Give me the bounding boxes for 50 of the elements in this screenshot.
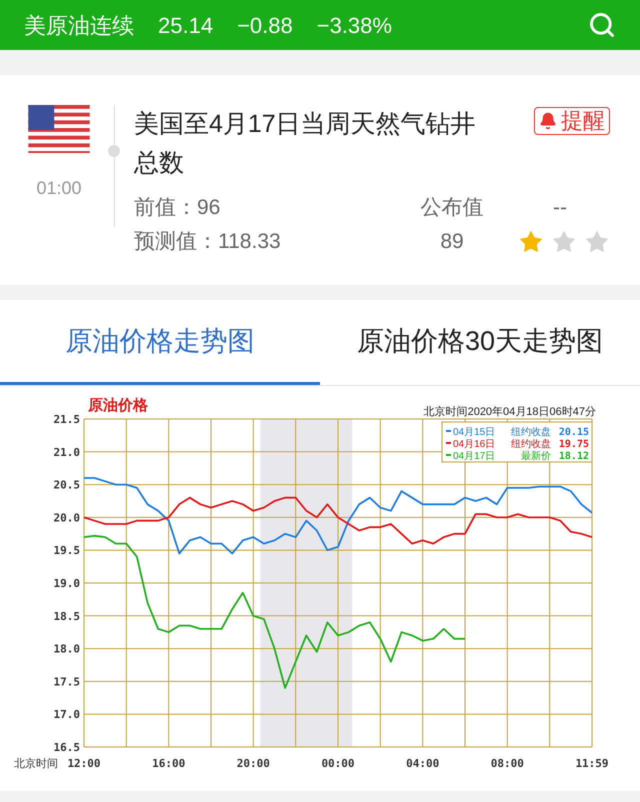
y-tick-label: 17.0 [54, 708, 80, 722]
y-tick-label: 19.0 [54, 577, 80, 590]
legend-date: 04月17日 [453, 451, 496, 462]
y-tick-label: 16.5 [54, 741, 80, 754]
x-tick-label: 12:00 [67, 757, 101, 770]
previous-value: 前值：96 [134, 195, 222, 221]
ticker-price: 25.14 [158, 12, 214, 40]
star-icon [584, 229, 610, 255]
search-icon [588, 11, 616, 39]
legend-date: 04月16日 [453, 439, 496, 450]
y-tick-label: 20.5 [54, 478, 80, 492]
legend-value: 18.12 [558, 451, 589, 462]
event-title: 美国至4月17日当周天然气钻井总数 [134, 109, 477, 179]
x-tick-label: 00:00 [321, 757, 355, 770]
x-axis-label: 北京时间 [14, 758, 58, 770]
y-tick-label: 21.0 [54, 446, 80, 459]
search-button[interactable] [588, 11, 616, 39]
legend-label: 纽约收盘 [511, 427, 551, 438]
legend-date: 04月15日 [453, 427, 496, 438]
y-tick-label: 20.0 [54, 511, 80, 524]
flag-icon [27, 105, 91, 153]
x-tick-label: 08:00 [490, 757, 524, 770]
bell-icon [539, 112, 557, 130]
legend-value: 20.15 [558, 427, 589, 438]
chart-title: 原油价格 [88, 397, 148, 414]
x-tick-label: 20:00 [236, 757, 270, 770]
event-time: 01:00 [36, 177, 82, 200]
y-tick-label: 19.5 [54, 544, 80, 558]
x-tick-label: 16:00 [152, 757, 186, 770]
x-tick-label: 04:00 [406, 757, 440, 770]
actual-label: 公布值 [420, 195, 484, 221]
forecast-value: 预测值：118.33 [134, 229, 282, 255]
chart-tab[interactable]: 原油价格30天走势图 [320, 300, 640, 385]
ticker-change-percent: −3.38% [316, 12, 392, 40]
published-value: 89 [440, 229, 464, 255]
chart-timestamp: 北京时间2020年04月18日06时47分 [424, 406, 596, 418]
legend-value: 19.75 [558, 439, 589, 450]
x-tick-label: 11:59 [575, 757, 609, 770]
y-tick-label: 21.5 [54, 413, 80, 426]
actual-value: -- [553, 195, 567, 221]
legend-label: 纽约收盘 [511, 439, 551, 450]
star-icon [551, 229, 577, 255]
y-tick-label: 18.0 [54, 642, 80, 656]
legend-label: 最新价 [521, 451, 551, 462]
alert-button[interactable]: 提醒 [534, 107, 610, 135]
ticker-name: 美原油连续 [24, 12, 134, 40]
ticker-change: −0.88 [237, 12, 293, 40]
star-icon [518, 229, 544, 255]
y-tick-label: 17.5 [54, 675, 80, 688]
y-tick-label: 18.5 [54, 610, 80, 623]
